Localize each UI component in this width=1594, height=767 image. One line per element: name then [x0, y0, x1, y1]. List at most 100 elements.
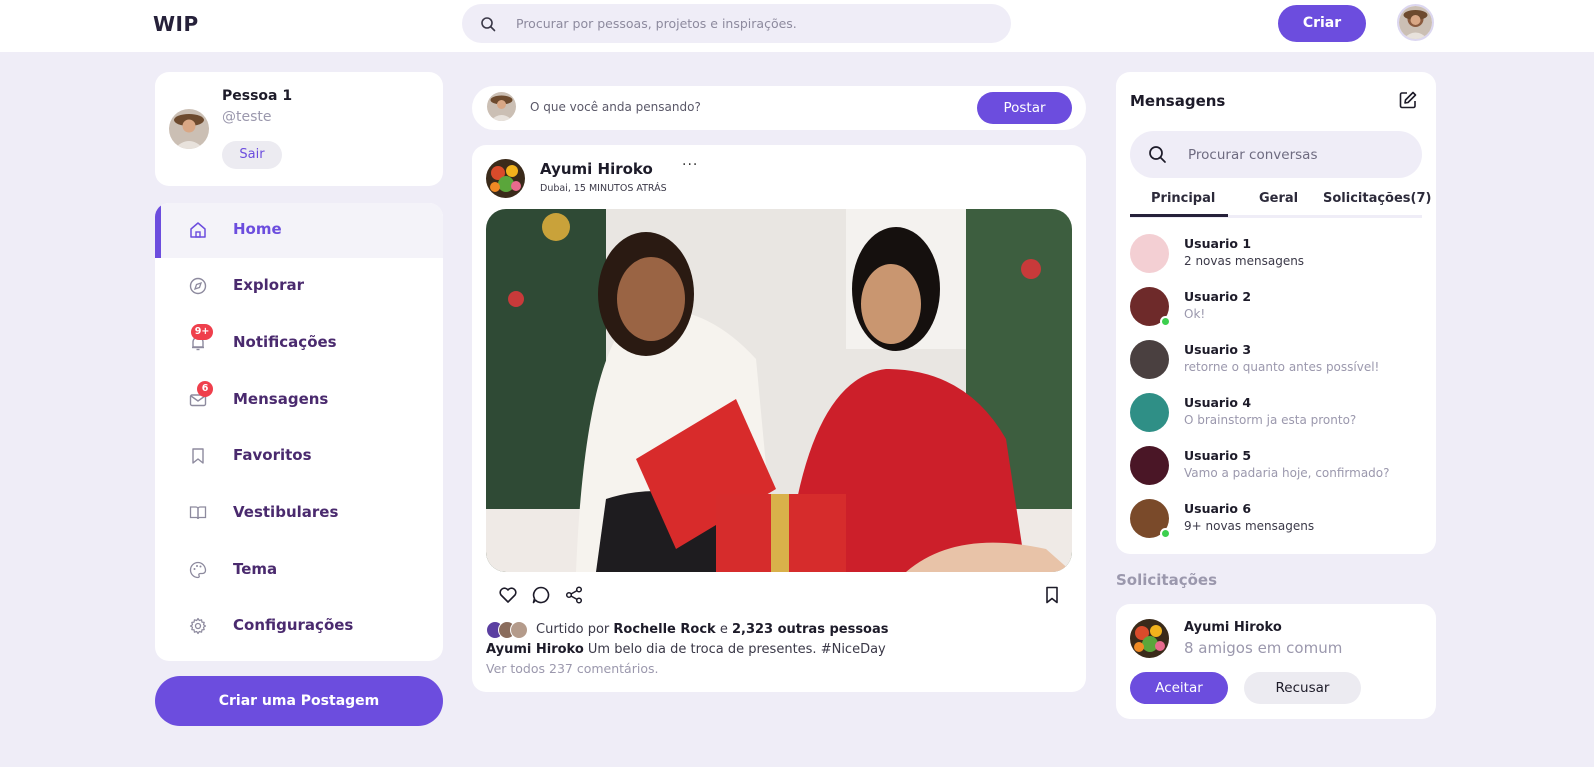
post-image[interactable]	[486, 209, 1072, 572]
likes-others[interactable]: 2,323 outras pessoas	[732, 622, 889, 637]
likes-prefix: Curtido por	[536, 622, 610, 637]
conversation-item[interactable]: Usuario 4 O brainstorm ja esta pronto?	[1130, 393, 1422, 437]
sidebar-item-home[interactable]: Home	[155, 203, 443, 258]
conversation-item[interactable]: Usuario 5 Vamo a padaria hoje, confirmad…	[1130, 446, 1422, 490]
sidebar-item-favoritos[interactable]: Favoritos	[155, 429, 443, 484]
sidebar-item-explorar[interactable]: Explorar	[155, 259, 443, 314]
conversation-name: Usuario 4	[1184, 395, 1252, 410]
request-name[interactable]: Ayumi Hiroko	[1184, 620, 1282, 635]
bookmark-icon[interactable]	[1042, 585, 1062, 605]
view-comments-link[interactable]: Ver todos 237 comentários.	[486, 661, 658, 676]
profile-avatar[interactable]	[169, 109, 209, 149]
sidebar-item-label: Mensagens	[233, 390, 329, 408]
avatar-image	[486, 159, 525, 198]
search-icon	[1149, 146, 1166, 163]
conversation-preview: 9+ novas mensagens	[1184, 519, 1315, 533]
caption-author[interactable]: Ayumi Hiroko	[486, 642, 584, 657]
post-caption: Ayumi Hiroko Um belo dia de troca de pre…	[486, 642, 886, 657]
top-bar: WIP Procurar por pessoas, projetos e ins…	[0, 0, 1594, 52]
bookmark-icon	[192, 448, 204, 464]
tab-principal[interactable]: Principal	[1151, 191, 1215, 206]
conversation-preview: Vamo a padaria hoje, confirmado?	[1184, 466, 1390, 480]
sidebar-item-notificacoes[interactable]: 9+ Notificações	[155, 316, 443, 371]
edit-icon[interactable]	[1398, 90, 1418, 110]
post-menu-button[interactable]: ···	[682, 157, 698, 173]
liked-by-avatars	[486, 621, 530, 639]
friend-request-card: Ayumi Hiroko 8 amigos em comum Aceitar R…	[1116, 604, 1436, 719]
app-logo[interactable]: WIP	[153, 12, 199, 36]
profile-name: Pessoa 1	[222, 88, 293, 104]
sidebar-item-label: Configurações	[233, 616, 354, 634]
like-icon[interactable]	[498, 585, 518, 605]
conversation-item[interactable]: Usuario 3 retorne o quanto antes possíve…	[1130, 340, 1422, 384]
liked-by-name[interactable]: Rochelle Rock	[613, 622, 715, 637]
create-button[interactable]: Criar	[1278, 5, 1366, 42]
conversation-name: Usuario 2	[1184, 289, 1252, 304]
feed-post: Ayumi Hiroko ··· Dubai, 15 MINUTOS ATRÁS	[472, 145, 1086, 692]
create-post-button[interactable]: Criar uma Postagem	[155, 676, 443, 726]
comment-icon[interactable]	[531, 585, 551, 605]
avatar	[1130, 340, 1169, 379]
message-tabs: Principal Geral Solicitações(7)	[1130, 188, 1431, 218]
composer-input[interactable]: O que você anda pensando?	[530, 100, 701, 114]
avatar	[1130, 393, 1169, 432]
sidebar-item-configuracoes[interactable]: Configurações	[155, 599, 443, 654]
post-author-name[interactable]: Ayumi Hiroko	[540, 160, 653, 178]
conversation-preview: retorne o quanto antes possível!	[1184, 360, 1380, 374]
avatar-image	[169, 109, 209, 149]
conversation-item[interactable]: Usuario 6 9+ novas mensagens	[1130, 499, 1422, 543]
avatar	[1130, 234, 1169, 273]
logout-button[interactable]: Sair	[222, 141, 282, 169]
profile-handle: @teste	[222, 109, 272, 125]
post-button[interactable]: Postar	[977, 92, 1072, 124]
user-avatar[interactable]	[1397, 4, 1434, 41]
avatar-image	[1130, 619, 1169, 658]
requests-title: Solicitações	[1116, 571, 1218, 589]
conversation-name: Usuario 3	[1184, 342, 1252, 357]
sidebar-item-mensagens[interactable]: 6 Mensagens	[155, 373, 443, 428]
messages-badge: 6	[197, 381, 213, 397]
conversation-preview: O brainstorm ja esta pronto?	[1184, 413, 1357, 427]
conversation-name: Usuario 1	[1184, 236, 1252, 251]
share-icon[interactable]	[564, 585, 584, 605]
home-icon	[190, 222, 206, 238]
conversation-item[interactable]: Usuario 1 2 novas mensagens	[1130, 234, 1422, 278]
sidebar-item-tema[interactable]: Tema	[155, 543, 443, 598]
online-indicator	[1160, 316, 1171, 327]
sidebar-nav: Home Explorar 9+ Notificações 6 Mensagen…	[155, 203, 443, 661]
messages-title: Mensagens	[1130, 92, 1226, 110]
conversation-search-input[interactable]: Procurar conversas	[1188, 147, 1317, 163]
search-icon	[481, 17, 496, 32]
global-search-input[interactable]: Procurar por pessoas, projetos e inspira…	[516, 16, 797, 31]
sidebar-item-label: Vestibulares	[233, 503, 339, 521]
likes-summary: Curtido por Rochelle Rock e 2,323 outras…	[536, 622, 889, 637]
avatar	[1130, 446, 1169, 485]
avatar-image	[487, 92, 516, 121]
post-photo	[486, 209, 1072, 572]
caption-text: Um belo dia de troca de presentes. #Nice…	[587, 642, 886, 657]
messages-panel: Mensagens Procurar conversas Principal G…	[1116, 72, 1436, 554]
likes-joiner: e	[719, 622, 728, 637]
sidebar-item-label: Home	[233, 220, 282, 238]
sidebar-item-label: Notificações	[233, 333, 337, 351]
sidebar-item-vestibulares[interactable]: Vestibulares	[155, 486, 443, 541]
sidebar-item-label: Favoritos	[233, 446, 312, 464]
global-search[interactable]: Procurar por pessoas, projetos e inspira…	[462, 4, 1011, 43]
book-icon	[189, 506, 207, 520]
accept-button[interactable]: Aceitar	[1130, 672, 1228, 704]
tab-solicitacoes[interactable]: Solicitações(7)	[1323, 191, 1431, 206]
compass-icon	[189, 277, 207, 295]
conversation-preview: Ok!	[1184, 307, 1206, 321]
decline-button[interactable]: Recusar	[1244, 672, 1361, 704]
active-tab-indicator	[1130, 214, 1228, 217]
request-avatar[interactable]	[1130, 619, 1169, 658]
conversation-preview: 2 novas mensagens	[1184, 254, 1305, 268]
conversation-name: Usuario 5	[1184, 448, 1252, 463]
conversation-search[interactable]: Procurar conversas	[1130, 131, 1422, 178]
conversation-item[interactable]: Usuario 2 Ok!	[1130, 287, 1422, 331]
gear-icon	[189, 617, 207, 635]
post-author-avatar[interactable]	[486, 159, 525, 198]
tab-geral[interactable]: Geral	[1259, 191, 1298, 206]
profile-card: Pessoa 1 @teste Sair	[155, 72, 443, 186]
post-meta: Dubai, 15 MINUTOS ATRÁS	[540, 183, 667, 194]
